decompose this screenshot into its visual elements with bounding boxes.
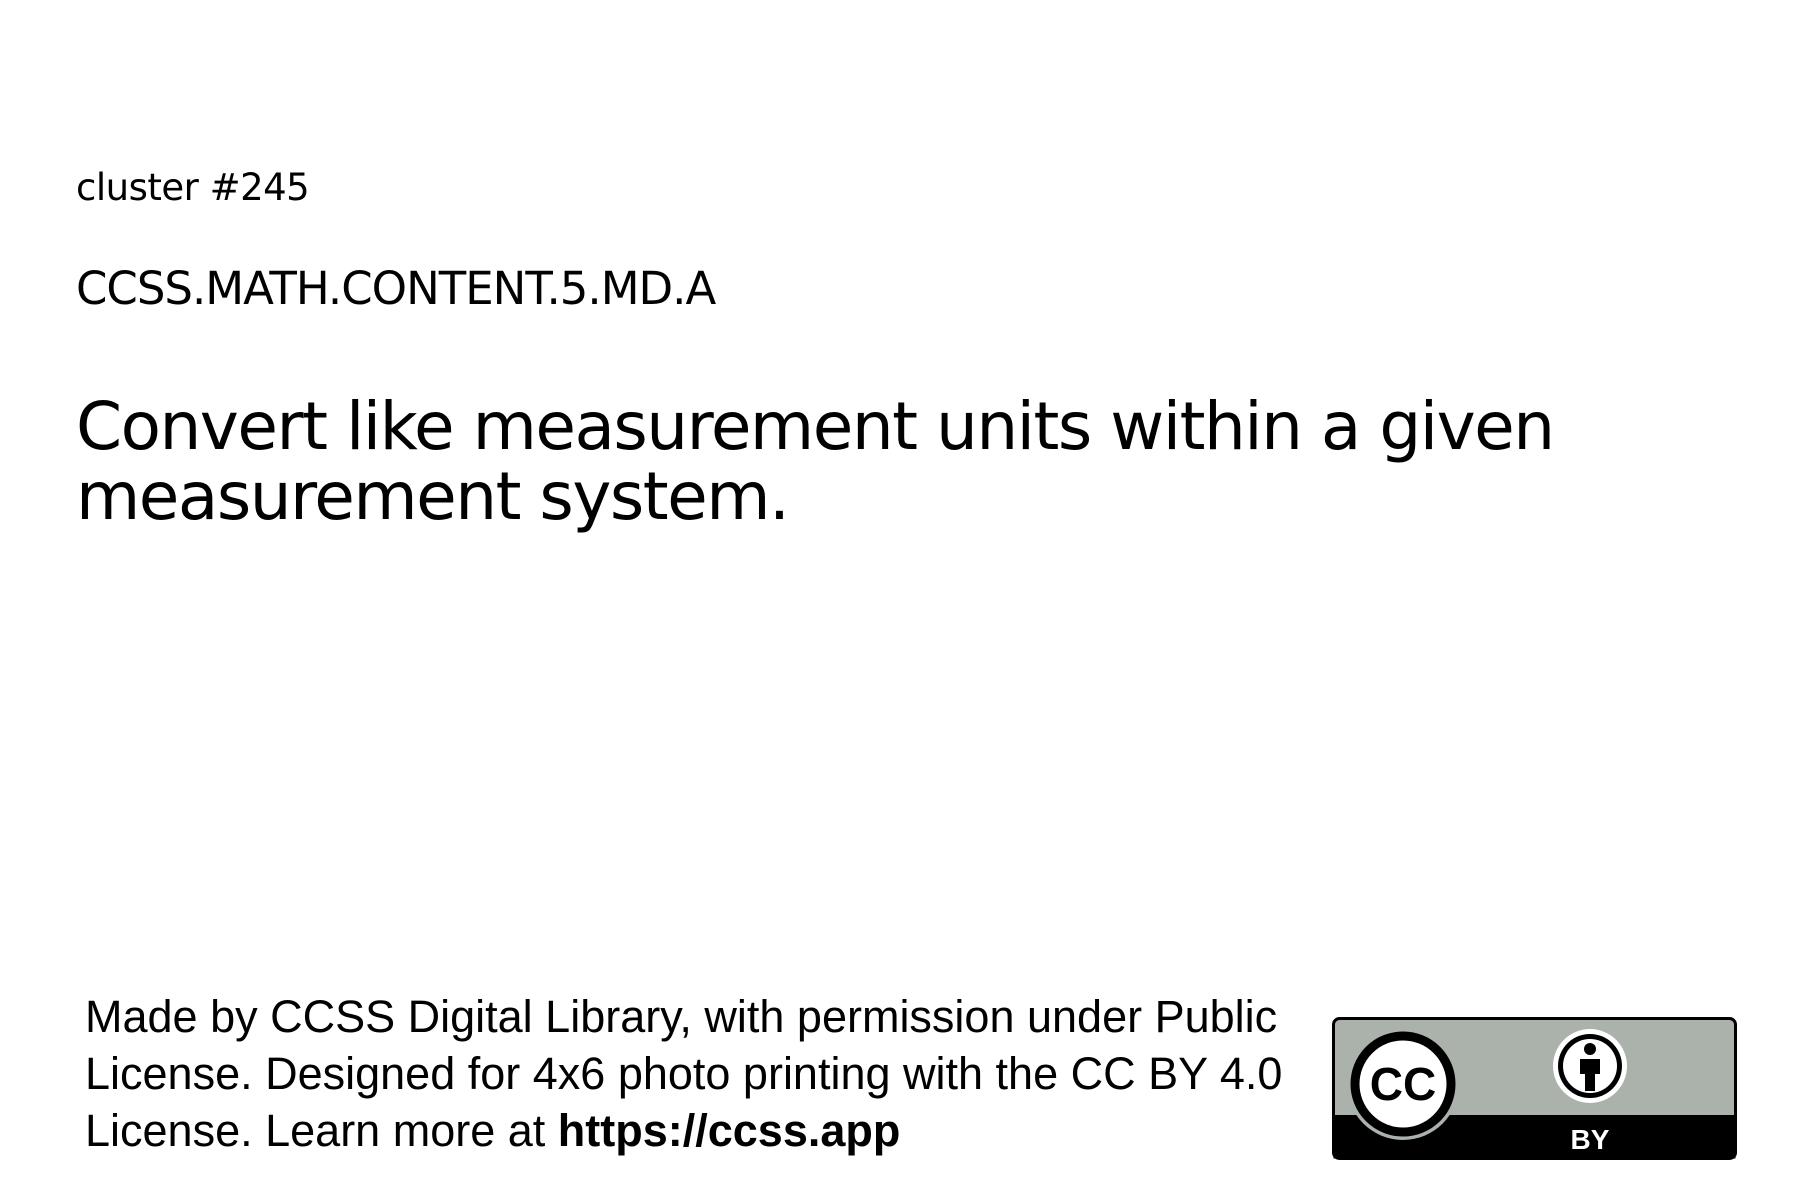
standard-code: CCSS.MATH.CONTENT.5.MD.A <box>76 262 716 315</box>
by-label: BY <box>1571 1124 1610 1155</box>
cluster-label: cluster #245 <box>76 166 310 209</box>
attribution-person-icon <box>1553 1029 1627 1103</box>
cc-icon-text: CC <box>1370 1058 1436 1110</box>
attribution-text: Made by CCSS Digital Library, with permi… <box>85 988 1345 1159</box>
cc-by-license-badge: CC BY <box>1332 1017 1737 1160</box>
ccss-app-link[interactable]: https://ccss.app <box>558 1105 901 1156</box>
creative-commons-icon: CC <box>1347 1028 1459 1140</box>
cluster-description: Convert like measurement units within a … <box>76 388 1555 535</box>
